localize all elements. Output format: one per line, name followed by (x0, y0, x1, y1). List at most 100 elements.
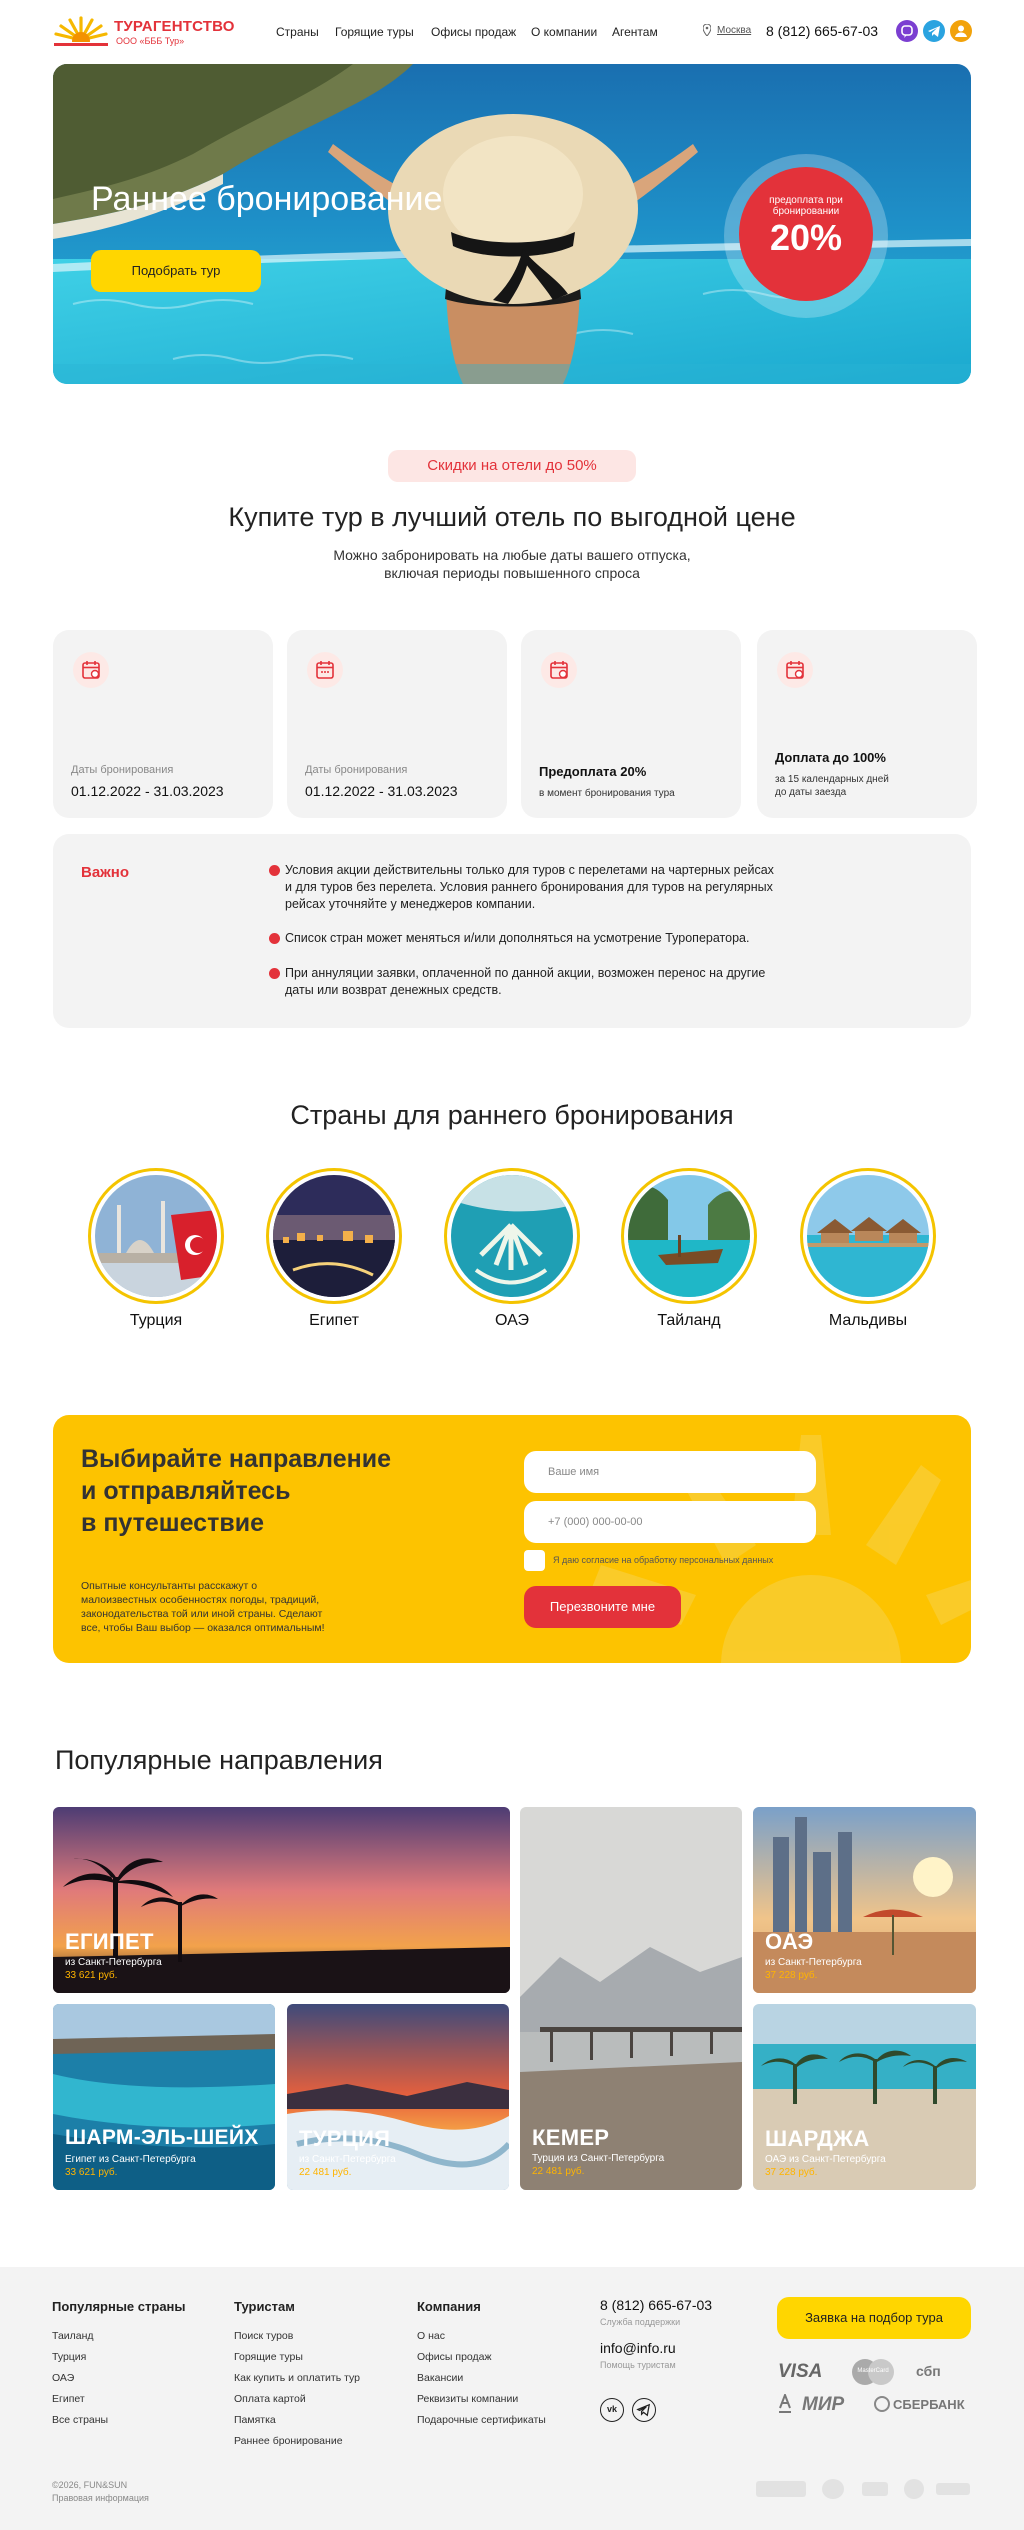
country-thailand[interactable] (621, 1168, 757, 1304)
country-label-turkey[interactable]: Турция (76, 1312, 236, 1330)
tile-from: из Санкт-Петербурга (299, 2154, 396, 2165)
sun-logo-icon[interactable] (52, 14, 110, 48)
country-label-maldives[interactable]: Мальдивы (788, 1312, 948, 1330)
partner-logo-icon (936, 2483, 970, 2495)
discount-pill: Скидки на отели до 50% (388, 450, 636, 482)
footer-link[interactable]: Памятка (234, 2414, 276, 2426)
callback-button[interactable]: Перезвоните мне (524, 1586, 681, 1628)
phone-input[interactable]: +7 (000) 000-00-00 (524, 1501, 816, 1543)
footer-link[interactable]: Оплата картой (234, 2393, 306, 2405)
tile-from: ОАЭ из Санкт-Петербурга (765, 2154, 886, 2165)
footer-email-note: Помощь туристам (600, 2360, 676, 2370)
card-value: 01.12.2022 - 31.03.2023 (71, 783, 224, 799)
form-text-line: все, чтобы Ваш выбор — оказался оптималь… (81, 1622, 325, 1634)
nav-about[interactable]: О компании (531, 25, 597, 39)
important-block: Важно Условия акции действительны только… (53, 834, 971, 1028)
check-bullet-icon (269, 865, 280, 876)
tile-sharjah[interactable]: ШАРДЖА ОАЭ из Санкт-Петербурга 37 228 ру… (753, 2004, 976, 2190)
viber-icon[interactable] (896, 20, 918, 42)
location-pin-icon (703, 24, 711, 36)
country-maldives[interactable] (800, 1168, 936, 1304)
user-icon[interactable] (950, 20, 972, 42)
check-bullet-icon (269, 933, 280, 944)
telegram-icon[interactable] (632, 2398, 656, 2422)
footer-link[interactable]: Офисы продаж (417, 2351, 492, 2363)
important-item-1: Условия акции действительны только для т… (269, 862, 845, 913)
footer-link[interactable]: ОАЭ (52, 2372, 74, 2384)
tile-name: ШАРМ-ЭЛЬ-ШЕЙХ (65, 2126, 259, 2149)
important-title: Важно (81, 864, 130, 881)
consent-checkbox[interactable] (524, 1550, 545, 1571)
card-note-1: за 15 календарных дней (775, 774, 889, 785)
footer-link[interactable]: Раннее бронирование (234, 2435, 343, 2447)
calendar-icon (307, 652, 343, 688)
country-label-uae[interactable]: ОАЭ (432, 1312, 592, 1330)
tour-request-button[interactable]: Заявка на подбор тура (777, 2297, 971, 2339)
badge-caption: предоплата при бронировании (769, 195, 843, 217)
card-note-2: до даты заезда (775, 787, 847, 798)
booking-dates-card-2: Даты бронирования 01.12.2022 - 31.03.202… (287, 630, 507, 818)
prepayment-badge: предоплата при бронировании 20% (739, 167, 873, 301)
countries-title: Страны для раннего бронирования (290, 1100, 734, 1130)
country-uae[interactable] (444, 1168, 580, 1304)
alfa-icon (778, 2392, 792, 2414)
footer-link[interactable]: О нас (417, 2330, 445, 2342)
nav-countries[interactable]: Страны (276, 25, 319, 39)
footer-phone[interactable]: 8 (812) 665-67-03 (600, 2297, 712, 2313)
name-input[interactable]: Ваше имя (524, 1451, 816, 1493)
full-payment-card: Доплата до 100% за 15 календарных дней д… (757, 630, 977, 818)
form-text: Опытные консультанты расскажут о малоизв… (81, 1579, 351, 1635)
city-selector[interactable]: Москва (717, 25, 751, 36)
nav-sales-offices[interactable]: Офисы продаж (431, 25, 516, 39)
tile-from: Египет из Санкт-Петербурга (65, 2154, 196, 2165)
footer-phone-note: Служба поддержки (600, 2317, 681, 2327)
important-line: даты или возврат денежных средств. (285, 983, 502, 997)
footer-link[interactable]: Подарочные сертификаты (417, 2414, 546, 2426)
tile-price: 37 228 руб. (765, 1970, 818, 1981)
country-label-egypt[interactable]: Египет (254, 1312, 414, 1330)
country-turkey[interactable] (88, 1168, 224, 1304)
tile-name: ТУРЦИЯ (299, 2126, 391, 2151)
footer-email[interactable]: info@info.ru (600, 2340, 676, 2356)
tile-kemer[interactable]: КЕМЕР Турция из Санкт-Петербурга 22 481 … (520, 1807, 742, 2190)
country-label-thailand[interactable]: Тайланд (609, 1312, 769, 1330)
footer-col-countries-title: Популярные страны (52, 2299, 186, 2314)
tile-from: из Санкт-Петербурга (65, 1957, 162, 1968)
form-text-line: законодательства той или иной страны. Сд… (81, 1608, 323, 1620)
tile-turkey[interactable]: ТУРЦИЯ из Санкт-Петербурга 22 481 руб. (287, 2004, 509, 2190)
tile-uae[interactable]: ОАЭ из Санкт-Петербурга 37 228 руб. (753, 1807, 976, 1993)
footer-link[interactable]: Реквизиты компании (417, 2393, 518, 2405)
tile-price: 22 481 руб. (532, 2166, 585, 2177)
nav-agents[interactable]: Агентам (612, 25, 658, 39)
callback-form: Выбирайте направление и отправляйтесь в … (53, 1415, 971, 1663)
tile-sharm[interactable]: ШАРМ-ЭЛЬ-ШЕЙХ Египет из Санкт-Петербурга… (53, 2004, 275, 2190)
logo-title[interactable]: ТУРАГЕНТСТВО (114, 18, 235, 35)
form-title-line: и отправляйтесь (81, 1477, 291, 1505)
footer-link[interactable]: Как купить и оплатить тур (234, 2372, 360, 2384)
footer-col-tourists-title: Туристам (234, 2299, 295, 2314)
card-label: Даты бронирования (305, 764, 408, 776)
footer-link[interactable]: Турция (52, 2351, 86, 2363)
mastercard-icon: MasterCard (852, 2359, 894, 2385)
country-egypt[interactable] (266, 1168, 402, 1304)
footer-link[interactable]: Все страны (52, 2414, 108, 2426)
important-item-2: Список стран может меняться и/или дополн… (269, 930, 845, 947)
telegram-icon[interactable] (923, 20, 945, 42)
footer-link[interactable]: Поиск туров (234, 2330, 293, 2342)
pick-tour-button[interactable]: Подобрать тур (91, 250, 261, 292)
footer-link[interactable]: Египет (52, 2393, 85, 2405)
discount-title: Купите тур в лучший отель по выгодной це… (228, 502, 796, 532)
tile-egypt[interactable]: ЕГИПЕТ из Санкт-Петербурга 33 621 руб. (53, 1807, 510, 1993)
card-label: Даты бронирования (71, 764, 174, 776)
footer-link[interactable]: Вакансии (417, 2372, 463, 2384)
nav-hot-tours[interactable]: Горящие туры (335, 25, 414, 39)
important-line: При аннуляции заявки, оплаченной по данн… (285, 966, 766, 980)
form-text-line: малоизвестных особенностях погоды, тради… (81, 1594, 320, 1606)
footer-link[interactable]: Горящие туры (234, 2351, 303, 2363)
legal-link[interactable]: Правовая информация (52, 2493, 149, 2503)
footer-link[interactable]: Таиланд (52, 2330, 94, 2342)
header-phone[interactable]: 8 (812) 665-67-03 (766, 23, 878, 39)
tile-price: 22 481 руб. (299, 2167, 352, 2178)
vk-icon[interactable]: vk (600, 2398, 624, 2422)
important-line: Список стран может меняться и/или дополн… (285, 931, 750, 945)
